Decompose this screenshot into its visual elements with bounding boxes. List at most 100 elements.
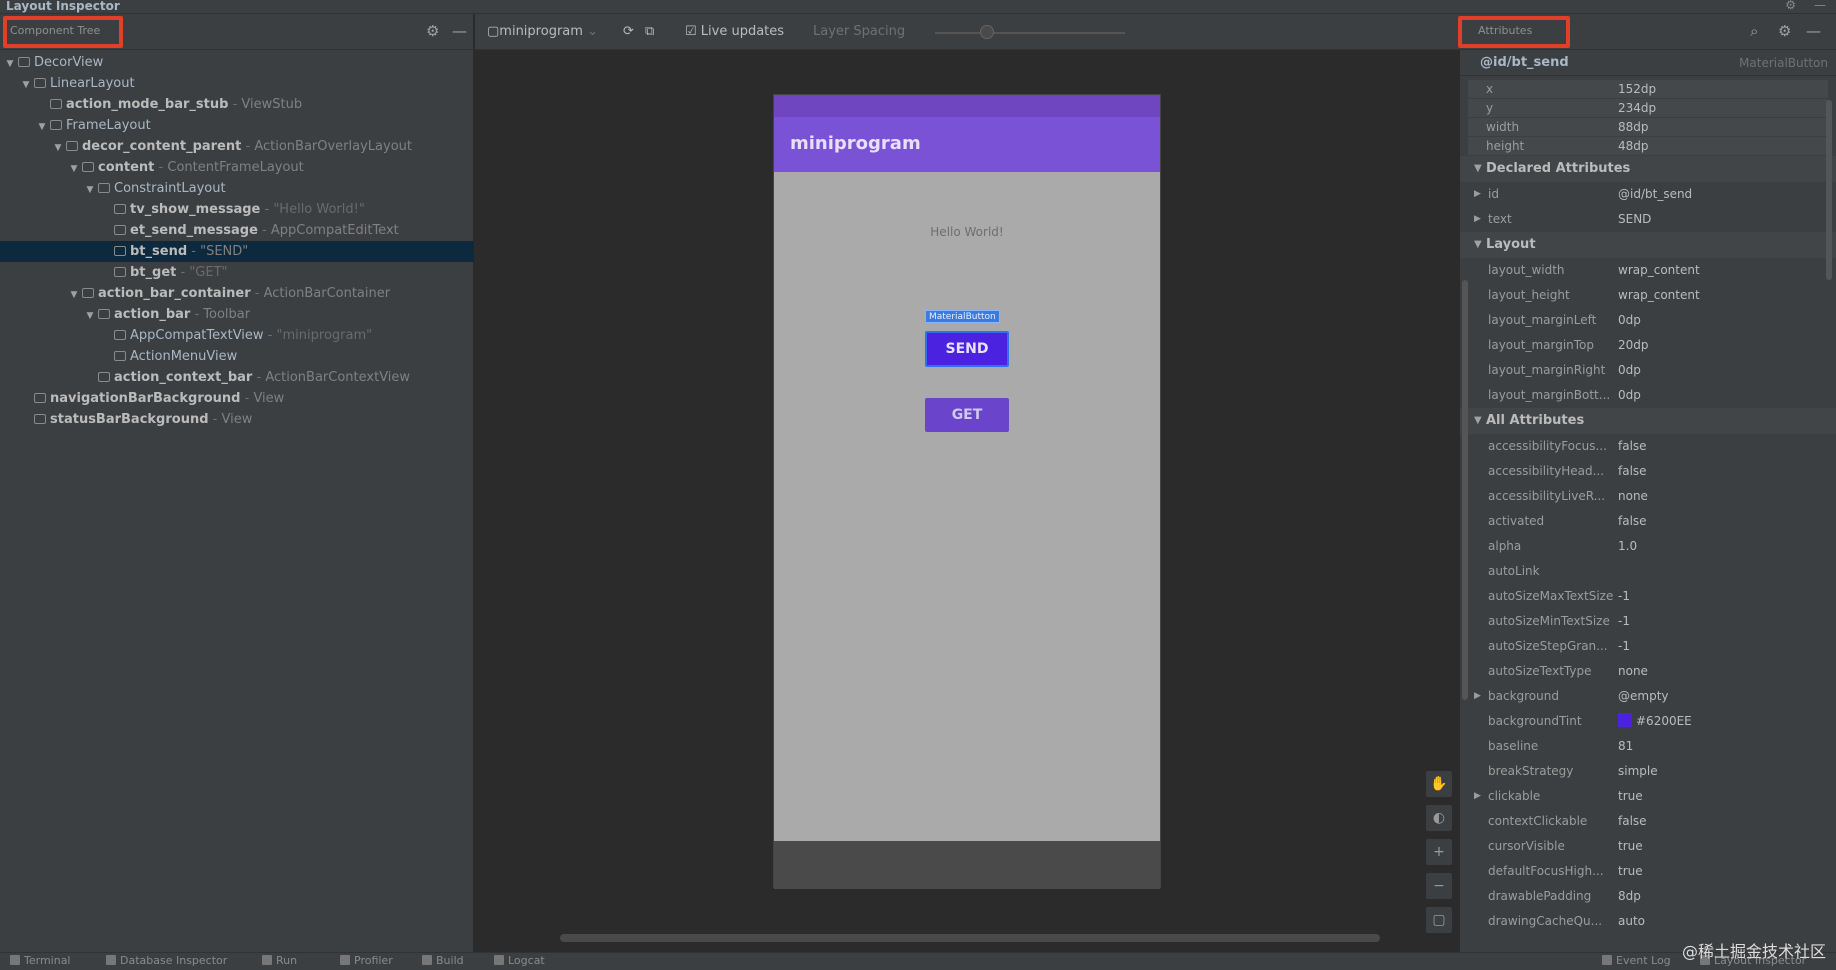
expand-arrow-icon[interactable]: ▼ <box>84 180 96 201</box>
minimize-icon[interactable]: — <box>1814 0 1826 12</box>
tool-window-terminal[interactable]: Terminal <box>10 954 71 967</box>
gear-icon[interactable]: ⚙ <box>426 22 439 40</box>
attribute-row[interactable]: cursorVisible true <box>1460 834 1836 859</box>
expand-arrow-icon[interactable]: ▼ <box>36 117 48 138</box>
layer-spacing-track[interactable] <box>935 32 1125 34</box>
hide-panel-icon[interactable]: — <box>452 22 467 40</box>
tree-node[interactable]: ▼ action_bar - Toolbar <box>0 304 474 325</box>
refresh-icon[interactable]: ⟳ <box>623 24 634 39</box>
tree-node[interactable]: et_send_message - AppCompatEditText <box>0 220 474 241</box>
attr-value[interactable]: none <box>1618 659 1648 684</box>
attr-value[interactable]: false <box>1618 809 1647 834</box>
attr-value[interactable]: false <box>1618 434 1647 459</box>
expand-arrow-icon[interactable]: ▶ <box>1474 784 1481 809</box>
attribute-row[interactable]: ▶ background @empty <box>1460 684 1836 709</box>
device-canvas[interactable]: miniprogram Hello World! MaterialButton … <box>475 50 1460 952</box>
tree-node[interactable]: tv_show_message - "Hello World!" <box>0 199 474 220</box>
expand-arrow-icon[interactable]: ▼ <box>68 285 80 306</box>
tree-node[interactable]: ▼ action_bar_container - ActionBarContain… <box>0 283 474 304</box>
canvas-vertical-scrollbar[interactable] <box>1462 280 1468 700</box>
hide-panel-icon[interactable]: — <box>1806 22 1821 40</box>
tree-node[interactable]: ▼ LinearLayout <box>0 73 474 94</box>
attr-value[interactable]: false <box>1618 509 1647 534</box>
attribute-row[interactable]: autoLink <box>1460 559 1836 584</box>
attribute-row[interactable]: layout_marginBott... 0dp <box>1460 383 1836 408</box>
attr-value[interactable]: #6200EE <box>1618 709 1692 734</box>
attribute-row[interactable]: layout_marginTop 20dp <box>1460 333 1836 358</box>
expand-arrow-icon[interactable]: ▼ <box>20 75 32 96</box>
expand-arrow-icon[interactable]: ▶ <box>1474 207 1481 232</box>
attr-value[interactable]: none <box>1618 484 1648 509</box>
attribute-row[interactable]: accessibilityHead... false <box>1460 459 1836 484</box>
fit-screen-icon[interactable]: ▢ <box>1425 906 1453 934</box>
tool-window-profiler[interactable]: Profiler <box>340 954 393 967</box>
attr-value[interactable]: 20dp <box>1618 333 1649 358</box>
attr-value[interactable]: @id/bt_send <box>1618 182 1692 207</box>
tree-node[interactable]: statusBarBackground - View <box>0 409 474 430</box>
attribute-row[interactable]: drawingCacheQu... auto <box>1460 909 1836 934</box>
tool-window-database-inspector[interactable]: Database Inspector <box>106 954 227 967</box>
attr-value[interactable]: 1.0 <box>1618 534 1637 559</box>
process-selector[interactable]: ▢miniprogram ⌄ <box>487 24 598 39</box>
tree-node[interactable]: bt_send - "SEND" <box>0 241 474 262</box>
tree-node[interactable]: navigationBarBackground - View <box>0 388 474 409</box>
tree-node[interactable]: ▼ content - ContentFrameLayout <box>0 157 474 178</box>
tree-node[interactable]: action_mode_bar_stub - ViewStub <box>0 94 474 115</box>
attribute-row[interactable]: backgroundTint #6200EE <box>1460 709 1836 734</box>
tool-window-logcat[interactable]: Logcat <box>494 954 545 967</box>
tree-node[interactable]: action_context_bar - ActionBarContextVie… <box>0 367 474 388</box>
device-screen[interactable]: miniprogram Hello World! MaterialButton … <box>773 94 1161 889</box>
attribute-row[interactable]: breakStrategy simple <box>1460 759 1836 784</box>
attr-value[interactable]: -1 <box>1618 584 1630 609</box>
attribute-row[interactable]: layout_marginRight 0dp <box>1460 358 1836 383</box>
attribute-row[interactable]: accessibilityLiveR... none <box>1460 484 1836 509</box>
attr-value[interactable]: @empty <box>1618 684 1669 709</box>
expand-arrow-icon[interactable]: ▼ <box>68 159 80 180</box>
tree-node[interactable]: AppCompatTextView - "miniprogram" <box>0 325 474 346</box>
snapshot-icon[interactable]: ⧉ <box>645 24 654 39</box>
attribute-row[interactable]: contextClickable false <box>1460 809 1836 834</box>
tree-node[interactable]: ▼ FrameLayout <box>0 115 474 136</box>
expand-arrow-icon[interactable]: ▼ <box>1474 408 1482 434</box>
expand-arrow-icon[interactable]: ▼ <box>1474 156 1482 182</box>
attribute-row[interactable]: layout_width wrap_content <box>1460 258 1836 283</box>
attributes-scrollbar[interactable] <box>1826 100 1832 280</box>
attr-value[interactable]: 81 <box>1618 734 1633 759</box>
navigation-bar-background[interactable] <box>774 841 1160 889</box>
attr-value[interactable]: false <box>1618 459 1647 484</box>
attribute-row[interactable]: baseline 81 <box>1460 734 1836 759</box>
live-updates-toggle[interactable]: ☑ Live updates <box>685 24 784 39</box>
get-button[interactable]: GET <box>925 398 1009 432</box>
attribute-row[interactable]: autoSizeStepGran... -1 <box>1460 634 1836 659</box>
layer-spacing-thumb[interactable] <box>980 25 994 39</box>
tool-window-run[interactable]: Run <box>262 954 297 967</box>
tool-window-build[interactable]: Build <box>422 954 464 967</box>
settings-gear-icon[interactable]: ⚙ <box>1785 0 1796 12</box>
section-declared-attributes[interactable]: ▼ Declared Attributes <box>1460 156 1836 182</box>
attr-value[interactable]: true <box>1618 784 1643 809</box>
attr-value[interactable]: 0dp <box>1618 383 1641 408</box>
attribute-row[interactable]: ▶ id @id/bt_send <box>1460 182 1836 207</box>
action-bar[interactable]: miniprogram <box>774 117 1160 172</box>
send-button[interactable]: SEND <box>925 331 1009 367</box>
attr-value[interactable]: wrap_content <box>1618 258 1700 283</box>
attribute-row[interactable]: activated false <box>1460 509 1836 534</box>
attribute-row[interactable]: layout_marginLeft 0dp <box>1460 308 1836 333</box>
attr-value[interactable]: 152dp <box>1618 80 1656 98</box>
tree-node[interactable]: ▼ decor_content_parent - ActionBarOverlay… <box>0 136 474 157</box>
section-all-attributes[interactable]: ▼ All Attributes <box>1460 408 1836 434</box>
attr-value[interactable]: 0dp <box>1618 308 1641 333</box>
horizontal-scrollbar[interactable] <box>560 934 1380 942</box>
attribute-row[interactable]: alpha 1.0 <box>1460 534 1836 559</box>
attr-value[interactable]: 0dp <box>1618 358 1641 383</box>
attr-value[interactable]: true <box>1618 834 1643 859</box>
attribute-row[interactable]: autoSizeMinTextSize -1 <box>1460 609 1836 634</box>
pan-hand-icon[interactable]: ✋ <box>1425 770 1453 798</box>
attr-value[interactable]: 8dp <box>1618 884 1641 909</box>
search-icon[interactable]: ⌕ <box>1750 22 1758 40</box>
attribute-row[interactable]: layout_height wrap_content <box>1460 283 1836 308</box>
status-bar-background[interactable] <box>774 95 1160 117</box>
attr-value[interactable]: -1 <box>1618 609 1630 634</box>
section-layout[interactable]: ▼ Layout <box>1460 232 1836 258</box>
attr-value[interactable]: auto <box>1618 909 1645 934</box>
